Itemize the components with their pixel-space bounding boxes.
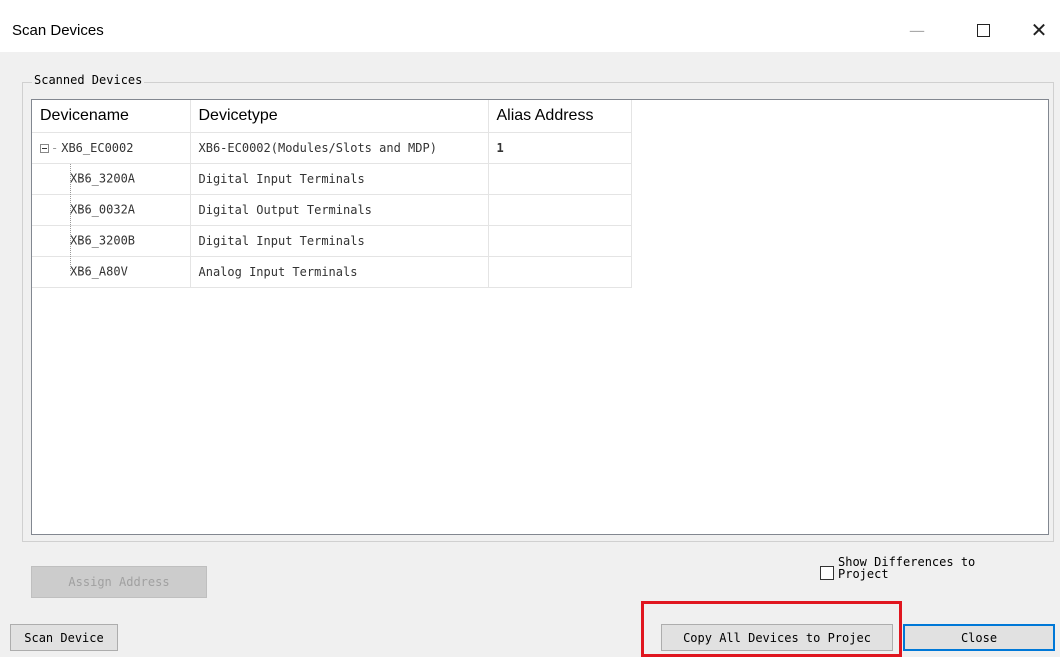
devicename-cell: XB6_3200A <box>32 163 191 195</box>
table-row[interactable]: XB6_3200B Digital Input Terminals <box>32 225 632 257</box>
alias-address-cell[interactable] <box>488 163 632 195</box>
tree-connector <box>40 164 88 194</box>
devicetype-cell: Digital Input Terminals <box>190 225 489 257</box>
table-row[interactable]: XB6_A80V Analog Input Terminals <box>32 256 632 288</box>
column-header-alias-address[interactable]: Alias Address <box>488 100 632 133</box>
devicetype-cell: Analog Input Terminals <box>190 256 489 288</box>
tree-connector <box>40 226 88 256</box>
devicetype-cell: Digital Output Terminals <box>190 194 489 226</box>
device-list[interactable]: Devicename Devicetype Alias Address - XB6… <box>31 99 1049 535</box>
tree-connector: - <box>51 141 59 155</box>
column-header-devicename[interactable]: Devicename <box>32 100 191 133</box>
assign-address-button[interactable]: Assign Address <box>31 566 207 598</box>
table-row[interactable]: - XB6_EC0002 XB6-EC0002(Modules/Slots and… <box>32 132 632 164</box>
close-window-button[interactable]: ✕ <box>1016 10 1060 50</box>
tree-vertical-line <box>70 164 71 271</box>
show-differences-checkbox[interactable] <box>820 566 834 580</box>
devicetype-cell: XB6-EC0002(Modules/Slots and MDP) <box>190 132 489 164</box>
table-row[interactable]: XB6_3200A Digital Input Terminals <box>32 163 632 195</box>
device-name: XB6_A80V <box>70 264 128 279</box>
minimize-icon: — <box>909 20 925 40</box>
device-table: Devicename Devicetype Alias Address - XB6… <box>32 100 632 288</box>
devicename-cell: XB6_A80V <box>32 256 191 288</box>
close-icon: ✕ <box>1030 18 1048 42</box>
tree-connector <box>40 195 88 225</box>
copy-all-devices-button[interactable]: Copy All Devices to Projec <box>661 624 893 651</box>
scan-device-button[interactable]: Scan Device <box>10 624 118 651</box>
maximize-icon <box>976 23 990 37</box>
collapse-icon[interactable] <box>40 144 49 153</box>
alias-address-cell[interactable]: 1 <box>488 132 632 164</box>
tree-connector <box>40 257 88 287</box>
window-title: Scan Devices <box>12 22 104 39</box>
minimize-button[interactable]: — <box>894 10 940 50</box>
maximize-button[interactable] <box>960 10 1006 50</box>
table-row[interactable]: XB6_0032A Digital Output Terminals <box>32 194 632 226</box>
alias-address-cell[interactable] <box>488 194 632 226</box>
devicetype-cell: Digital Input Terminals <box>190 163 489 195</box>
alias-address-cell[interactable] <box>488 225 632 257</box>
alias-address-cell[interactable] <box>488 256 632 288</box>
show-differences-label: Show Differences to Project <box>838 556 976 581</box>
group-label: Scanned Devices <box>32 73 145 87</box>
devicename-cell: - XB6_EC0002 <box>32 132 191 164</box>
device-name: XB6_EC0002 <box>61 141 134 155</box>
table-header: Devicename Devicetype Alias Address <box>32 100 632 133</box>
devicename-cell: XB6_0032A <box>32 194 191 226</box>
devicename-cell: XB6_3200B <box>32 225 191 257</box>
column-header-devicetype[interactable]: Devicetype <box>190 100 489 133</box>
close-button[interactable]: Close <box>903 624 1055 651</box>
title-bar: Scan Devices — ✕ <box>0 0 1060 52</box>
